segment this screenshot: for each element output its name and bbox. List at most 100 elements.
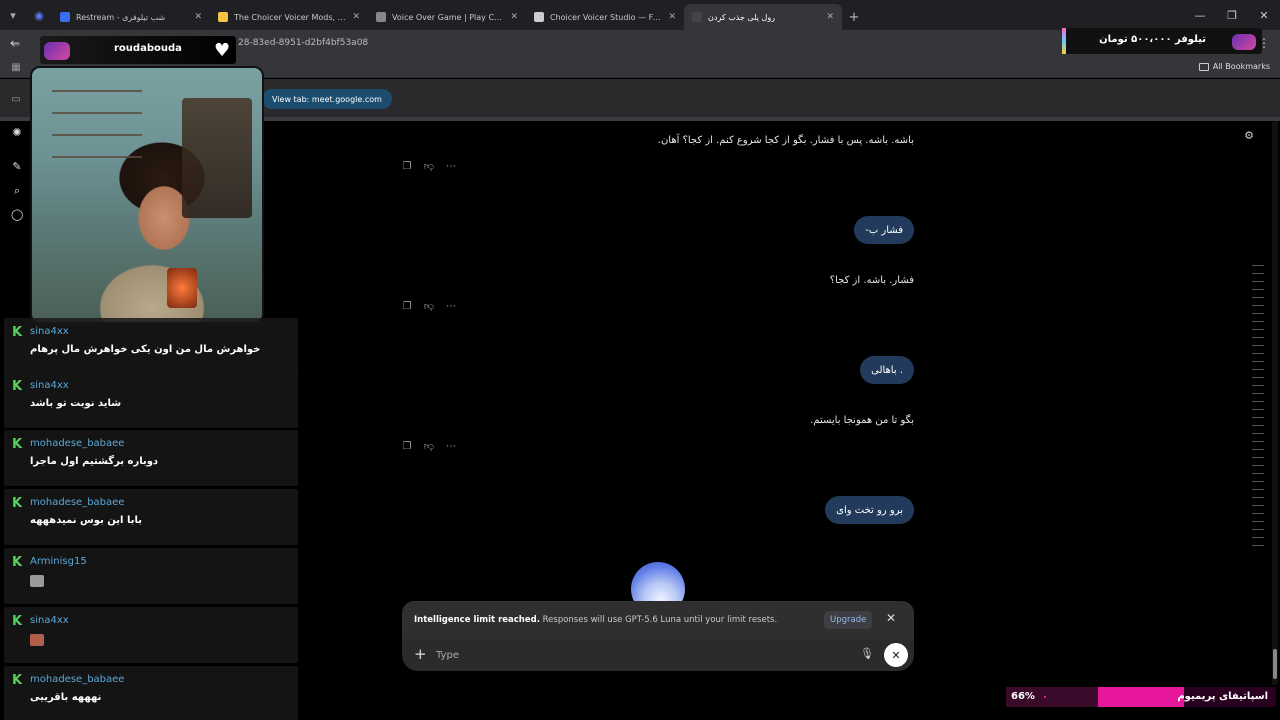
plus-icon[interactable]: + — [414, 645, 427, 663]
emote-icon — [30, 634, 44, 646]
chat-username[interactable]: Arminisg15 — [30, 556, 87, 567]
chat-username[interactable]: sina4xx — [30, 326, 69, 337]
message-input[interactable] — [436, 647, 836, 663]
chat-message: Kmohadese_babaee بابا این بوس نمیدهههه — [4, 489, 298, 545]
tab-title: The Choicer Voicer Mods, Tuto — [234, 12, 347, 22]
scrollbar-thumb[interactable] — [1273, 649, 1277, 679]
close-tab-icon[interactable]: ✕ — [510, 12, 518, 22]
limit-notice-bold: Intelligence limit reached. — [414, 615, 540, 625]
close-tab-icon[interactable]: ✕ — [826, 12, 834, 22]
new-chat-icon[interactable]: ✎ — [11, 161, 23, 173]
favicon-icon — [60, 12, 70, 22]
message-actions: ❐ 👎︎ ⋯ — [401, 301, 457, 313]
donation-decor — [1232, 34, 1256, 50]
kick-logo-icon: K — [12, 496, 23, 511]
chat-message: K Arminisg15 — [4, 548, 298, 604]
left-rail: ✺ ✎ ⌕ ◯ — [0, 121, 34, 331]
all-bookmarks-button[interactable]: All Bookmarks — [1198, 62, 1270, 71]
chat-text: شاید نوبت تو باشد — [30, 398, 122, 409]
chat-text: دوباره برگشتیم اول ماجرا — [30, 456, 159, 467]
browser-tab[interactable]: Restream - شب تیلوفری ✕ — [52, 4, 210, 30]
close-window-icon[interactable]: ✕ — [1248, 0, 1280, 30]
more-icon[interactable]: ⋯ — [445, 301, 457, 313]
goal-dot — [1044, 696, 1046, 698]
chat-username[interactable]: mohadese_babaee — [30, 438, 124, 449]
scrollbar[interactable] — [1272, 121, 1278, 685]
limit-notice-detail: Responses will use GPT-5.6 Luna until yo… — [539, 615, 778, 625]
close-tab-icon[interactable]: ✕ — [668, 12, 676, 22]
streamer-name-banner: roudabouda — [40, 36, 236, 64]
assistant-message: باشه. باشه. پس با فشار. بگو از کجا شروع … — [657, 135, 914, 146]
new-tab-button[interactable]: + — [842, 4, 866, 30]
donation-goal-bar: 66% اسپاتیفای پریمیوم — [1006, 687, 1276, 707]
copy-icon[interactable]: ❐ — [401, 441, 413, 453]
browser-tab-strip: ▾ ◉ Restream - شب تیلوفری ✕ The Choicer Vo… — [0, 0, 1280, 30]
chat-bubble-icon[interactable]: ◯ — [11, 209, 23, 221]
chat-text: خواهرش مال من اون یکی خواهرش مال پرهام — [30, 344, 261, 355]
kick-logo-icon: K — [12, 673, 23, 688]
thumbs-down-icon[interactable]: 👎︎ — [423, 441, 435, 453]
more-icon[interactable]: ⋯ — [445, 441, 457, 453]
copy-icon[interactable]: ❐ — [401, 301, 413, 313]
cam-lamp — [167, 268, 197, 308]
close-icon[interactable]: ✕ — [886, 611, 896, 625]
donation-accent — [1062, 28, 1066, 54]
profile-icon[interactable]: ◉ — [26, 0, 52, 30]
browser-tab[interactable]: Voice Over Game | Play Choice ✕ — [368, 4, 526, 30]
chat-message: Ksina4xx خواهرش مال من اون یکی خواهرش مال… — [4, 318, 298, 374]
window-controls: — ❐ ✕ — [1184, 0, 1280, 30]
voice-settings-icon[interactable]: ⚙ — [1244, 129, 1254, 142]
search-icon[interactable]: ⌕ — [11, 185, 23, 197]
url-text[interactable]: 28-83ed-8951-d2bf4bf53a08 — [238, 38, 368, 48]
minimize-icon[interactable]: — — [1184, 0, 1216, 30]
end-voice-button[interactable]: ✕ — [884, 643, 908, 667]
app-logo-icon[interactable]: ✺ — [11, 127, 23, 139]
cam-cabinet — [182, 98, 252, 218]
all-bookmarks-label: All Bookmarks — [1212, 62, 1270, 71]
chat-message: Kmohadese_babaee دوباره برگشتیم اول ماجرا — [4, 430, 298, 486]
chat-message: Ksina4xx شاید نوبت تو باشد — [4, 372, 298, 428]
browser-tab[interactable]: رول پلی جذب کردن ✕ — [684, 4, 842, 30]
apps-grid-icon[interactable]: ▦ — [10, 62, 22, 74]
chat-message: Ksina4xx — [4, 607, 298, 663]
chat-username[interactable]: sina4xx — [30, 615, 69, 626]
user-message: فشار ب- — [854, 216, 914, 244]
thumbs-down-icon[interactable]: 👎︎ — [423, 301, 435, 313]
message-actions: ❐ 👎︎ ⋯ — [401, 441, 457, 453]
mic-muted-icon[interactable]: 🎙︎ — [860, 647, 874, 660]
thumbs-down-icon[interactable]: 👎︎ — [423, 161, 435, 173]
chat-message: Kmohadese_babaee نهههه باقرییی — [4, 666, 298, 720]
copy-icon[interactable]: ❐ — [401, 161, 413, 173]
donation-alert: تیلوفر ۵۰۰،۰۰۰ تومان — [1062, 28, 1262, 54]
chat-username[interactable]: mohadese_babaee — [30, 674, 124, 685]
tab-search-icon[interactable]: ▾ — [0, 0, 26, 30]
maximize-icon[interactable]: ❐ — [1216, 0, 1248, 30]
user-message: . باهالی — [860, 356, 914, 384]
heart-icon: ♥ — [214, 40, 231, 61]
chat-text: نهههه باقرییی — [30, 692, 102, 703]
upgrade-button[interactable]: Upgrade — [824, 611, 873, 629]
tabs: Restream - شب تیلوفری ✕ The Choicer Voicer… — [52, 4, 842, 30]
chat-username[interactable]: sina4xx — [30, 380, 69, 391]
browser-tab[interactable]: The Choicer Voicer Mods, Tuto ✕ — [210, 4, 368, 30]
kick-logo-icon: K — [12, 614, 23, 629]
goal-label: اسپاتیفای پریمیوم — [1177, 691, 1268, 702]
webcam-feed — [30, 66, 264, 324]
tab-title: Voice Over Game | Play Choice — [392, 12, 505, 22]
kick-logo-icon: K — [12, 325, 23, 340]
streamer-name: roudabouda — [114, 43, 182, 54]
chat-username[interactable]: mohadese_babaee — [30, 497, 124, 508]
view-tab-button[interactable]: View tab: meet.google.com — [262, 89, 392, 109]
browser-tab[interactable]: Choicer Voicer Studio — Free C ✕ — [526, 4, 684, 30]
tab-title: Choicer Voicer Studio — Free C — [550, 12, 663, 22]
more-icon[interactable]: ⋯ — [445, 161, 457, 173]
assistant-message: بگو تا من همونجا بایستم. — [810, 415, 914, 426]
cam-shelf — [52, 90, 142, 160]
screen-share-icon[interactable]: ▭ — [10, 94, 22, 106]
donation-text: تیلوفر ۵۰۰،۰۰۰ تومان — [1099, 34, 1206, 45]
kick-logo-icon: K — [12, 437, 23, 452]
back-nav-icon[interactable]: ← — [10, 40, 22, 52]
goal-percent: 66% — [1011, 691, 1035, 702]
close-tab-icon[interactable]: ✕ — [352, 12, 360, 22]
close-tab-icon[interactable]: ✕ — [194, 12, 202, 22]
